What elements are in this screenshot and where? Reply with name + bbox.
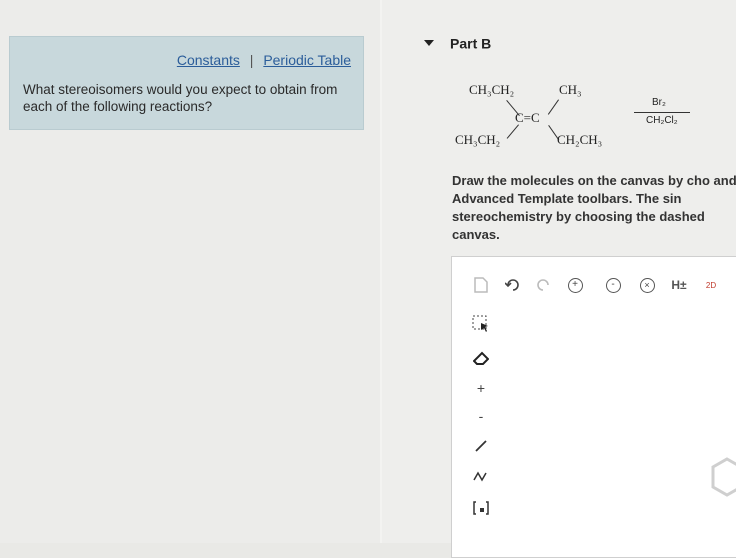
bracket-tool-icon[interactable] — [470, 497, 492, 519]
left-pane: Constants | Periodic Table What stereois… — [0, 0, 380, 543]
solvent-label: CH₂Cl₂ — [646, 115, 678, 126]
part-label: Part B — [450, 35, 492, 52]
zoom-in-glyph: + — [572, 279, 578, 290]
bond-top-right — [547, 99, 559, 115]
eraser-icon[interactable] — [470, 347, 492, 369]
chain-tool-icon[interactable] — [470, 465, 492, 487]
link-separator: | — [249, 52, 254, 68]
drawing-canvas[interactable]: + - × H± 2D + - — [451, 256, 736, 558]
instructions-text: Draw the molecules on the canvas by cho … — [452, 173, 736, 242]
substituent-top-right: CH₃ — [559, 82, 582, 97]
part-b-header[interactable]: Part B — [424, 34, 491, 51]
bond-bottom-left — [506, 124, 519, 139]
template-ring-icon[interactable] — [710, 457, 736, 497]
reaction-arrow — [634, 112, 690, 113]
new-document-icon[interactable] — [470, 274, 492, 296]
zoom-out-glyph: - — [611, 279, 615, 290]
reaction-scheme: CH₃CH₂ CH₃ C=C CH₃CH₂ CH₂CH₃ Br₂ CH₂Cl₂ — [449, 70, 736, 158]
top-toolbar: + - × H± 2D — [452, 257, 736, 307]
selection-tool-icon[interactable] — [470, 313, 492, 335]
zoom-in-icon[interactable]: + — [564, 274, 586, 296]
substituent-top-left: CH₃CH₂ — [469, 82, 515, 97]
single-bond-icon[interactable] — [470, 435, 492, 457]
clear-canvas-icon[interactable]: × — [636, 274, 658, 296]
alkene-center: C=C — [515, 110, 540, 125]
substituent-bottom-right: CH₂CH₃ — [557, 132, 603, 147]
left-toolbar: + - — [452, 307, 502, 557]
undo-icon[interactable] — [502, 274, 524, 296]
reagent-label: Br₂ — [652, 97, 666, 108]
question-text: What stereoisomers would you expect to o… — [23, 82, 338, 114]
clean-2d-label: 2D — [705, 280, 717, 290]
collapse-arrow-icon[interactable] — [424, 40, 434, 47]
negative-charge-icon[interactable]: - — [470, 405, 492, 427]
positive-charge-icon[interactable]: + — [470, 377, 492, 399]
constants-link[interactable]: Constants — [177, 52, 240, 68]
clean-2d-button[interactable]: 2D — [700, 274, 722, 296]
explicit-hydrogen-button[interactable]: H± — [668, 274, 690, 296]
zoom-out-icon[interactable]: - — [602, 274, 624, 296]
substituent-bottom-left: CH₃CH₂ — [455, 132, 501, 147]
question-box: Constants | Periodic Table What stereois… — [9, 36, 364, 130]
resource-links: Constants | Periodic Table — [177, 52, 351, 68]
periodic-table-link[interactable]: Periodic Table — [263, 52, 351, 68]
redo-icon[interactable] — [532, 274, 554, 296]
